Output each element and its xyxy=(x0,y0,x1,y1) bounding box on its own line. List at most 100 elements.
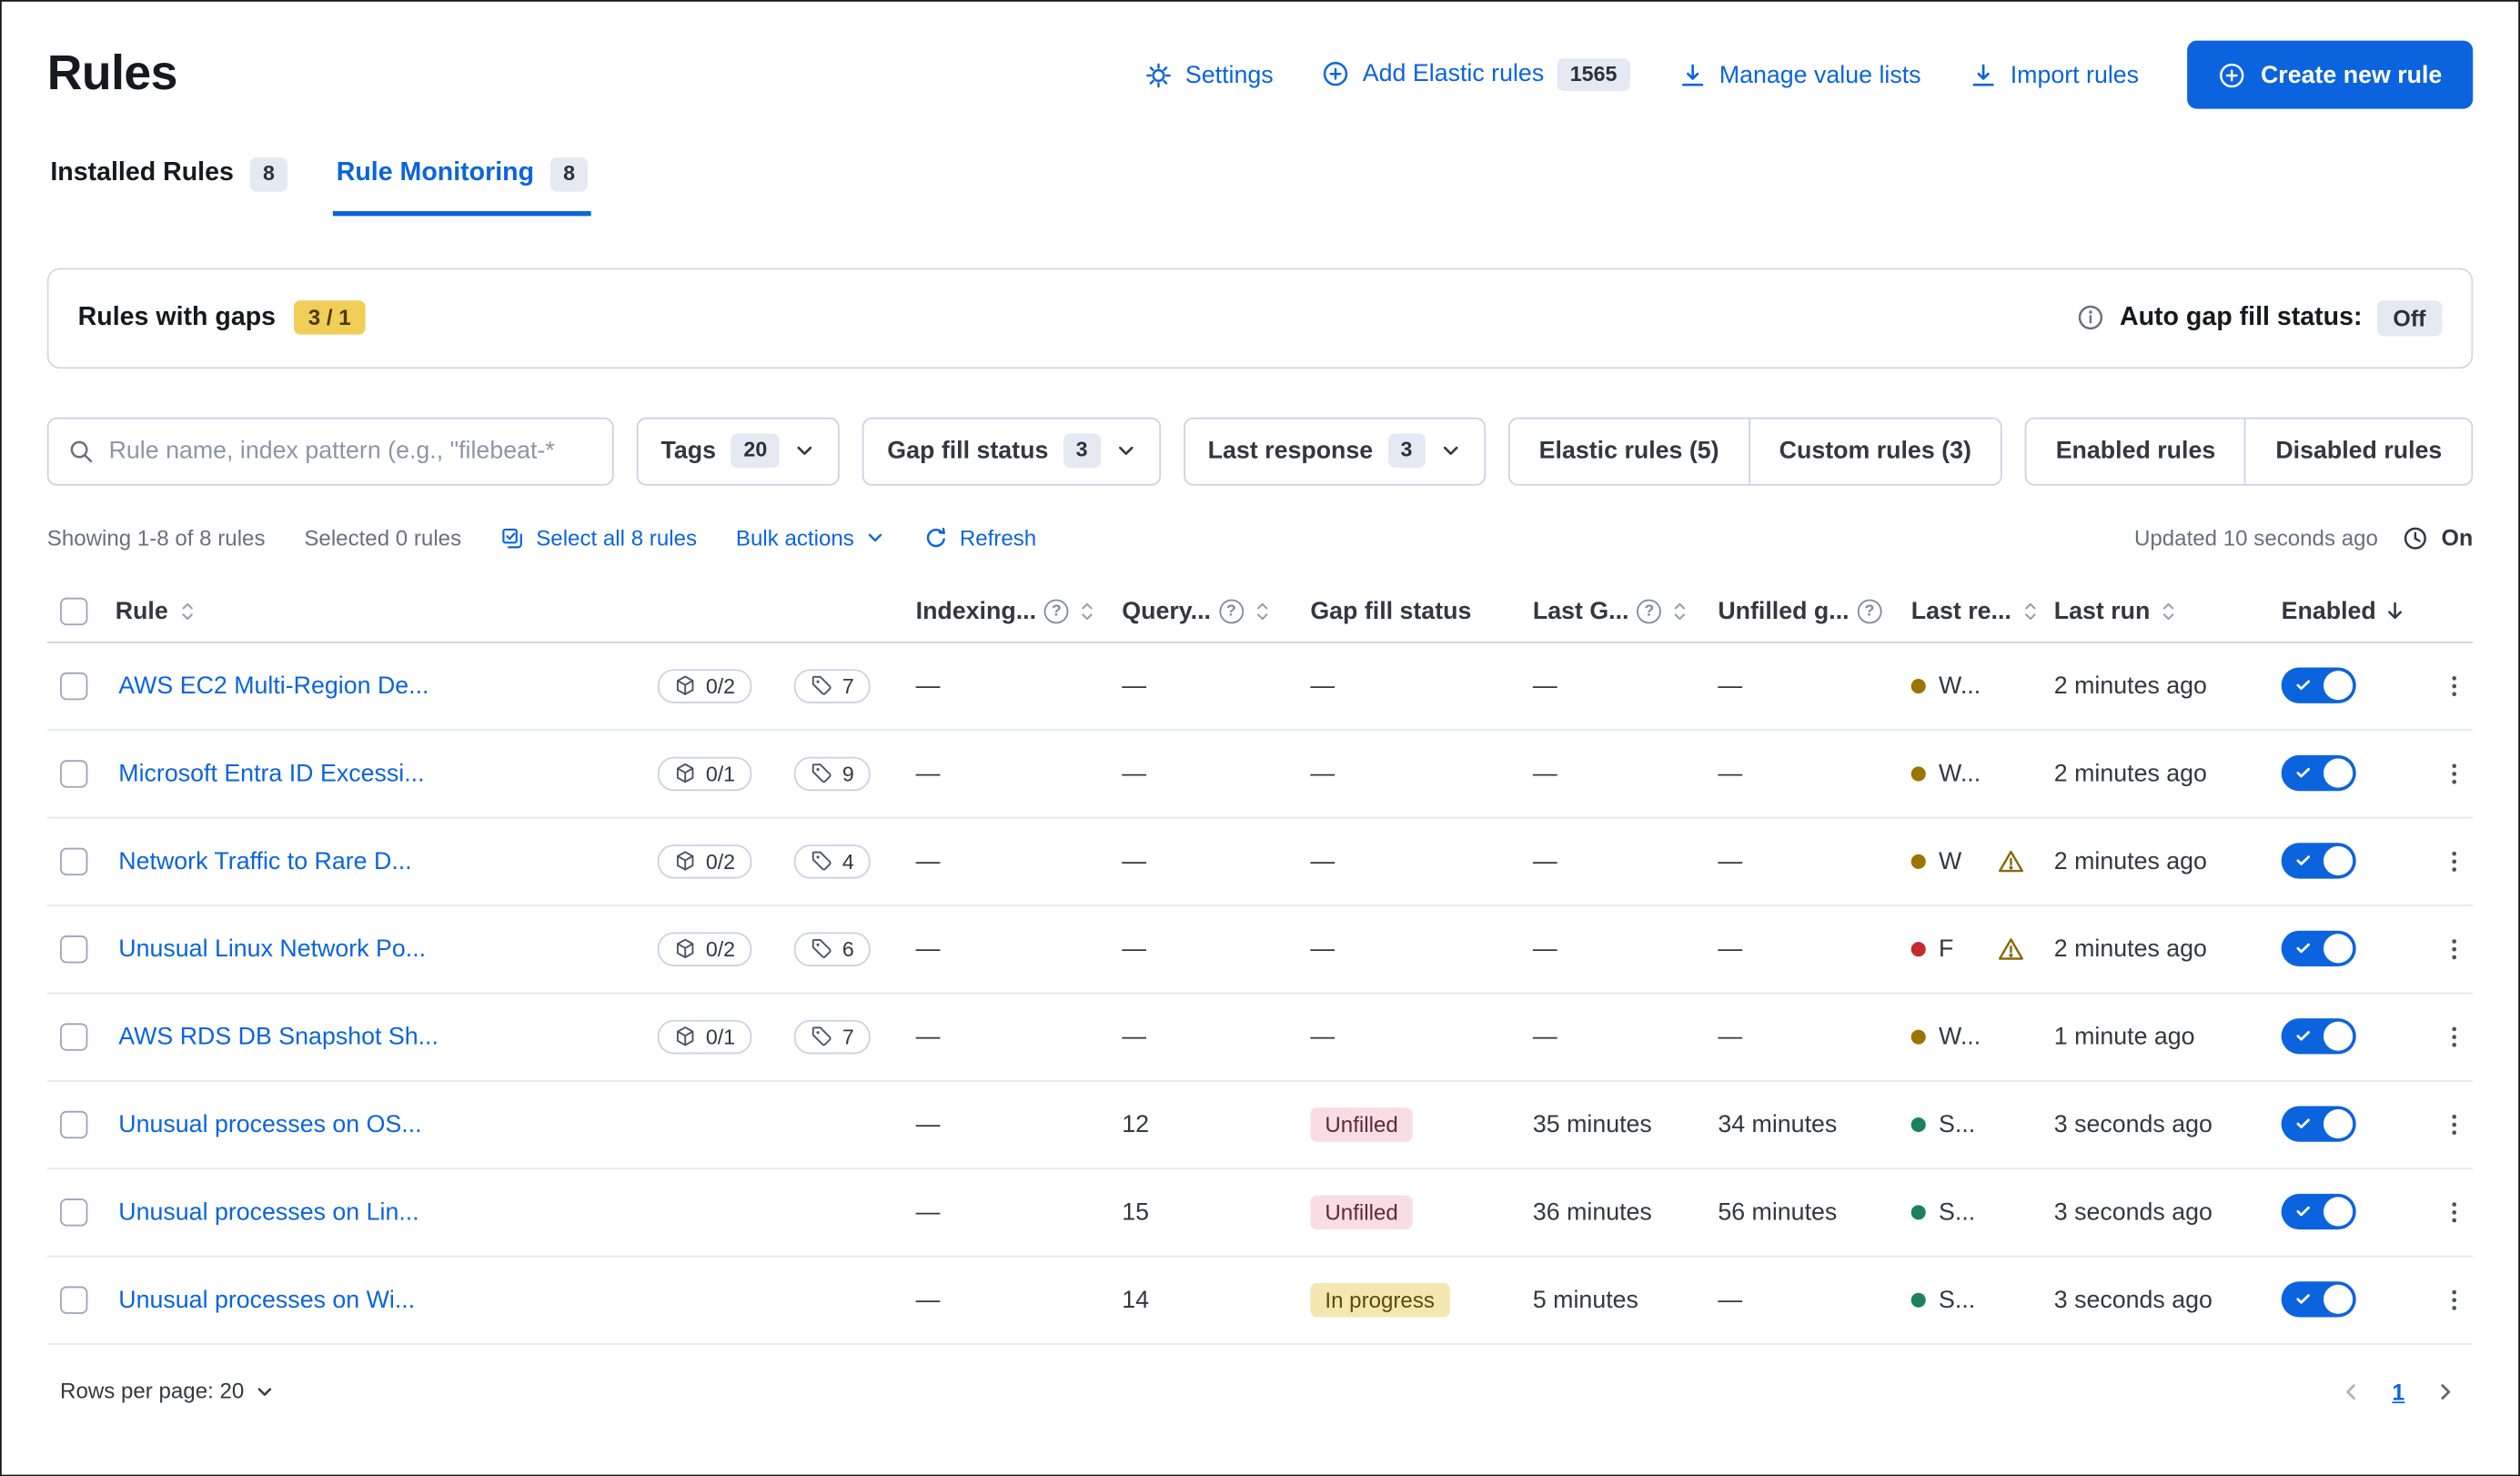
tag-icon xyxy=(810,674,832,697)
rule-badges: 0/27 xyxy=(657,669,896,703)
chevron-down-icon xyxy=(256,1382,275,1401)
rule-name-link[interactable]: Microsoft Entra ID Excessi... xyxy=(118,760,424,787)
manage-value-lists-button[interactable]: Manage value lists xyxy=(1678,61,1920,88)
rule-enabled-toggle[interactable] xyxy=(2282,1195,2356,1230)
actions-menu-icon xyxy=(2441,1112,2465,1137)
table-row: AWS EC2 Multi-Region De...0/27—————W...2… xyxy=(47,643,2473,731)
tags-count: 6 xyxy=(842,937,854,962)
gap-fill-status-filter-button[interactable]: Gap fill status 3 xyxy=(863,417,1161,485)
select-all-rows-checkbox[interactable] xyxy=(60,598,87,625)
health-dot xyxy=(1911,1117,1926,1132)
enabled-rules-filter-button[interactable]: Enabled rules xyxy=(2027,419,2245,483)
tab-installed-rules[interactable]: Installed Rules 8 xyxy=(47,147,291,216)
rule-enabled-toggle[interactable] xyxy=(2282,844,2356,879)
create-new-rule-button[interactable]: Create new rule xyxy=(2188,41,2474,109)
disabled-rules-filter-button[interactable]: Disabled rules xyxy=(2244,419,2471,483)
rule-name-link[interactable]: Network Traffic to Rare D... xyxy=(118,847,411,874)
table-header-row: Rule Indexing...?Query...?Gap fill status… xyxy=(47,581,2473,643)
row-checkbox[interactable] xyxy=(60,672,87,700)
elastic-rules-filter-button[interactable]: Elastic rules (5) xyxy=(1510,419,1749,483)
actions-menu-icon xyxy=(2441,937,2465,962)
rule-name-link[interactable]: Unusual processes on Lin... xyxy=(118,1198,418,1226)
health-dot xyxy=(1911,766,1926,781)
row-actions-button[interactable] xyxy=(2434,1106,2472,1143)
row-actions-button[interactable] xyxy=(2434,1281,2472,1319)
select-all-rules-button[interactable]: Select all 8 rules xyxy=(500,526,697,551)
column-header-enabled[interactable]: Enabled xyxy=(2272,598,2431,625)
unfilled-gap-cell: — xyxy=(1709,672,1901,700)
previous-page-button[interactable] xyxy=(2337,1377,2366,1406)
row-checkbox[interactable] xyxy=(60,760,87,787)
rule-enabled-toggle[interactable] xyxy=(2282,756,2356,792)
row-checkbox[interactable] xyxy=(60,935,87,963)
auto-refresh-toggle[interactable]: On xyxy=(2401,524,2473,551)
help-icon: ? xyxy=(1858,599,1882,623)
rule-badges: 0/19 xyxy=(657,757,896,791)
last-response-filter-button[interactable]: Last response 3 xyxy=(1184,417,1486,485)
column-header-rule[interactable]: Rule xyxy=(106,598,906,625)
column-header-last-gap[interactable]: Last G...? xyxy=(1523,598,1708,625)
unfilled-gap-cell: — xyxy=(1709,847,1901,874)
rule-name-link[interactable]: AWS RDS DB Snapshot Sh... xyxy=(118,1023,438,1050)
page-1-button[interactable]: 1 xyxy=(2392,1379,2404,1405)
last-run-cell: 1 minute ago xyxy=(2044,1023,2272,1050)
last-response-cell: W... xyxy=(1901,1023,2044,1050)
query-time-cell-value: 14 xyxy=(1122,1286,1149,1313)
actions-menu-icon xyxy=(2441,673,2465,698)
rule-name-link[interactable]: Unusual processes on Wi... xyxy=(118,1286,415,1313)
row-checkbox[interactable] xyxy=(60,1286,87,1313)
row-checkbox[interactable] xyxy=(60,1198,87,1226)
tab-rule-monitoring[interactable]: Rule Monitoring 8 xyxy=(333,147,591,216)
refresh-button[interactable]: Refresh xyxy=(924,526,1037,551)
row-checkbox[interactable] xyxy=(60,847,87,874)
settings-button[interactable]: Settings xyxy=(1144,61,1273,88)
column-header-query-time[interactable]: Query...? xyxy=(1113,598,1301,625)
import-rules-button[interactable]: Import rules xyxy=(1970,61,2139,88)
last-response-cell: W xyxy=(1901,847,2044,874)
column-header-indexing-time[interactable]: Indexing...? xyxy=(906,598,1113,625)
next-page-button[interactable] xyxy=(2431,1377,2460,1406)
row-checkbox[interactable] xyxy=(60,1023,87,1050)
last-gap-cell-value: — xyxy=(1533,760,1557,787)
info-icon[interactable] xyxy=(2078,304,2105,331)
rule-name-link[interactable]: AWS EC2 Multi-Region De... xyxy=(118,672,428,700)
row-actions-button[interactable] xyxy=(2434,1018,2472,1056)
unfilled-gap-cell: — xyxy=(1709,1286,1901,1313)
row-actions-button[interactable] xyxy=(2434,667,2472,704)
column-header-last-run[interactable]: Last run xyxy=(2044,598,2272,625)
row-actions-button[interactable] xyxy=(2434,755,2472,793)
row-checkbox[interactable] xyxy=(60,1111,87,1138)
rule-enabled-toggle[interactable] xyxy=(2282,668,2356,703)
column-header-label: Unfilled g... xyxy=(1718,598,1849,625)
rule-name-link[interactable]: Unusual processes on OS... xyxy=(118,1111,421,1138)
column-header-last-response[interactable]: Last re... xyxy=(1901,598,2044,625)
row-actions-button[interactable] xyxy=(2434,843,2472,880)
indexing-time-cell: — xyxy=(906,1023,1113,1050)
row-actions-button[interactable] xyxy=(2434,1194,2472,1231)
last-gap-cell: — xyxy=(1523,760,1708,787)
health-dot xyxy=(1911,1205,1926,1219)
add-elastic-rules-button[interactable]: Add Elastic rules 1565 xyxy=(1322,57,1629,91)
tags-count: 7 xyxy=(842,673,854,698)
rows-per-page-button[interactable]: Rows per page: 20 xyxy=(60,1380,275,1404)
rule-enabled-toggle[interactable] xyxy=(2282,931,2356,966)
row-actions-button[interactable] xyxy=(2434,930,2472,967)
custom-rules-filter-button[interactable]: Custom rules (3) xyxy=(1749,419,2001,483)
query-time-cell-value: 12 xyxy=(1122,1111,1149,1138)
column-header-unfilled-gap[interactable]: Unfilled g...? xyxy=(1709,598,1901,625)
rule-name-cell: AWS EC2 Multi-Region De... 0/27 xyxy=(106,669,906,703)
rules-with-gaps-panel: Rules with gaps 3 / 1 Auto gap fill stat… xyxy=(47,268,2473,369)
indexing-time-cell: — xyxy=(906,935,1113,963)
rule-enabled-toggle[interactable] xyxy=(2282,1282,2356,1318)
rule-search-input[interactable] xyxy=(109,438,593,465)
column-header-gap-fill-status[interactable]: Gap fill status xyxy=(1301,598,1524,625)
table-row: Unusual processes on Wi...—14In progress… xyxy=(47,1257,2473,1344)
bulk-actions-button[interactable]: Bulk actions xyxy=(736,526,885,551)
rule-name-link[interactable]: Unusual Linux Network Po... xyxy=(118,935,426,963)
rule-enabled-toggle[interactable] xyxy=(2282,1019,2356,1055)
table-row: Unusual Linux Network Po...0/26—————F2 m… xyxy=(47,906,2473,994)
column-header-label: Rule xyxy=(116,598,168,625)
tags-filter-button[interactable]: Tags 20 xyxy=(637,417,841,485)
rule-enabled-toggle[interactable] xyxy=(2282,1107,2356,1142)
indexing-time-cell-value: — xyxy=(916,760,941,787)
